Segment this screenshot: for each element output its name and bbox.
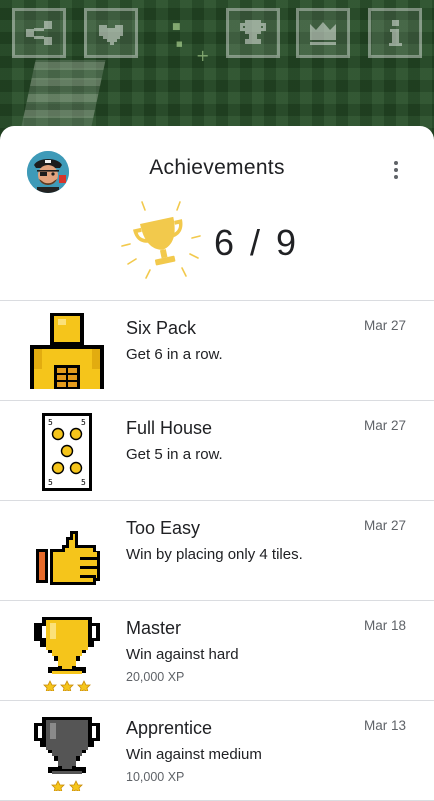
- achievement-name: Full House: [126, 418, 213, 438]
- summary-trophy-icon: [121, 201, 201, 279]
- achievement-count: 6 / 9: [214, 222, 300, 263]
- achievement-date: Mar 13: [363, 718, 406, 733]
- leaderboard-button[interactable]: [296, 8, 350, 58]
- share-icon: [26, 21, 52, 45]
- achievement-date: Mar 18: [363, 618, 406, 633]
- achievement-description: Win against hard: [126, 646, 239, 663]
- svg-text:5: 5: [48, 418, 53, 427]
- achievement-description: Get 6 in a row.: [126, 346, 223, 363]
- achievement-date: Mar 27: [363, 418, 406, 433]
- achievement-xp: 10,000 XP: [126, 770, 185, 784]
- list-item[interactable]: Six Pack Get 6 in a row. Mar 27: [0, 301, 434, 401]
- svg-text:5: 5: [81, 418, 86, 427]
- achievement-name: Six Pack: [126, 318, 197, 338]
- achievement-list: Six Pack Get 6 in a row. Mar 27 5 5 5 5: [0, 301, 434, 801]
- page-title: Achievements: [149, 156, 285, 179]
- gold-trophy-icon: [34, 617, 100, 691]
- achievement-name: Apprentice: [126, 718, 213, 738]
- info-icon: [389, 20, 402, 46]
- achievements-sheet: Achievements 6 / 9 Six Pack Get 6 in a r…: [0, 126, 434, 801]
- achievement-xp: 20,000 XP: [126, 670, 185, 684]
- achievement-description: Get 5 in a row.: [126, 446, 223, 463]
- list-item[interactable]: Too Easy Win by placing only 4 tiles. Ma…: [0, 501, 434, 601]
- info-button[interactable]: [368, 8, 422, 58]
- achievement-description: Win against medium: [126, 746, 262, 763]
- list-item[interactable]: Apprentice Win against medium 10,000 XP …: [0, 701, 434, 801]
- thumbs-up-icon: [36, 531, 100, 585]
- six-pack-icon: [30, 313, 104, 389]
- card-five-icon: 5 5 5 5: [42, 413, 92, 491]
- svg-text:5: 5: [81, 478, 86, 487]
- achievement-summary: 6 / 9: [0, 192, 434, 292]
- favorite-button[interactable]: [84, 8, 138, 58]
- sheet-header: Achievements: [0, 126, 434, 193]
- achievement-date: Mar 27: [363, 318, 406, 333]
- list-item[interactable]: Master Win against hard 20,000 XP Mar 18: [0, 601, 434, 701]
- svg-text:5: 5: [48, 478, 53, 487]
- share-button[interactable]: [12, 8, 66, 58]
- more-vert-icon[interactable]: [384, 158, 408, 182]
- list-item[interactable]: 5 5 5 5 Full House Get 5 in a row. Mar 2…: [0, 401, 434, 501]
- achievement-date: Mar 27: [363, 518, 406, 533]
- trophy-button[interactable]: [226, 8, 280, 58]
- achievement-name: Too Easy: [126, 518, 201, 538]
- game-toolbar: [0, 8, 434, 60]
- trophy-icon: [240, 20, 266, 44]
- achievement-description: Win by placing only 4 tiles.: [126, 546, 303, 563]
- silver-trophy-icon: [34, 717, 100, 791]
- crown-icon: [310, 22, 336, 45]
- achievement-name: Master: [126, 618, 182, 638]
- heart-icon: [99, 25, 123, 45]
